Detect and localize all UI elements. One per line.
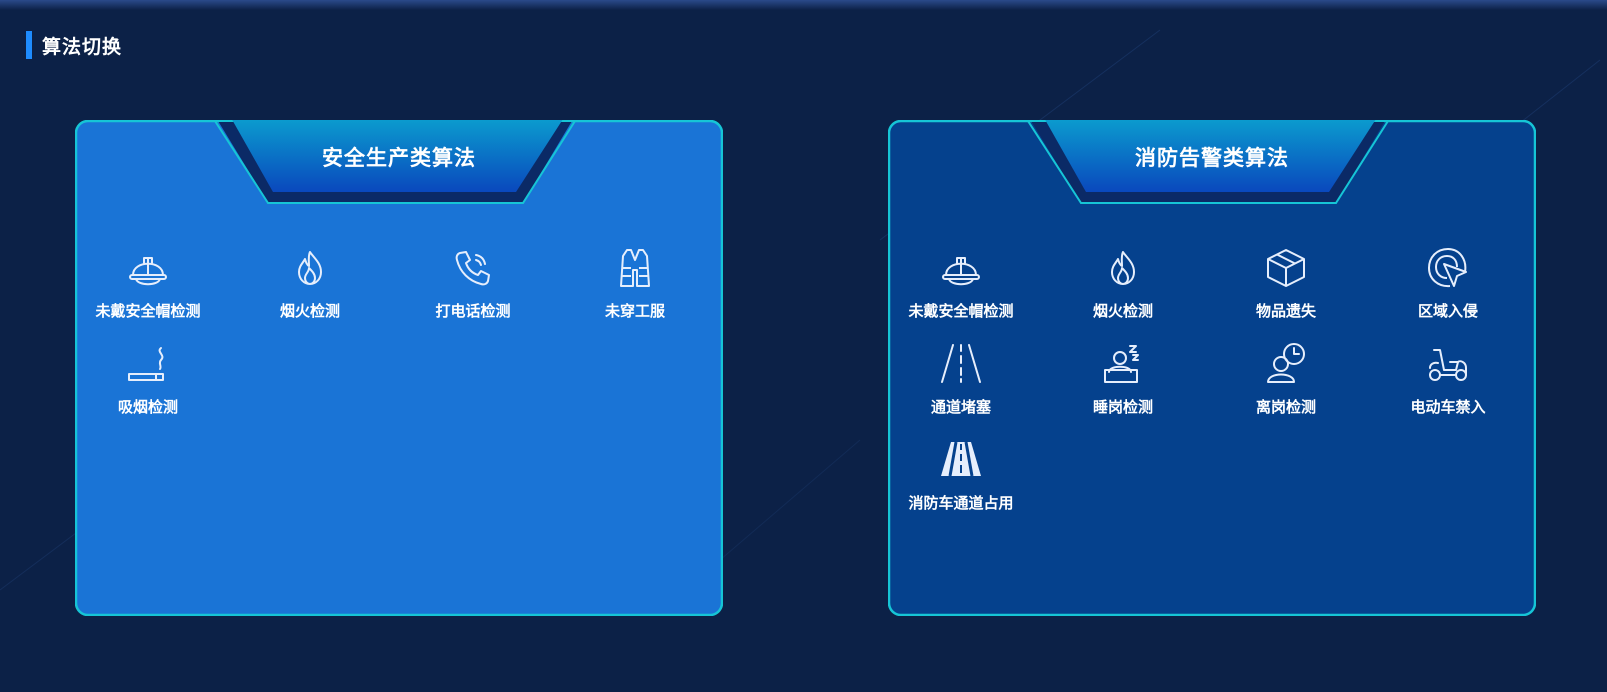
helmet-icon [129,257,167,286]
target-cursor-icon [1428,248,1467,288]
algorithm-label: 通道堵塞 [930,398,991,416]
algorithm-label: 烟火检测 [279,302,340,320]
panel-fire-alarm[interactable]: 消防告警类算法 未戴安全帽检测 烟火检测 物品遗失 区域入侵 通道堵塞 睡岗检测… [888,120,1536,616]
section-header: 算法切换 [26,31,122,59]
algorithm-label: 睡岗检测 [1092,398,1153,416]
fire-icon [298,251,322,285]
algorithm-label: 打电话检测 [435,302,511,320]
panel-title: 安全生产类算法 [322,146,476,170]
algorithm-item[interactable]: 通道堵塞 [891,342,1031,417]
algorithm-label: 电动车禁入 [1410,398,1486,416]
algorithm-label: 烟火检测 [1092,302,1153,320]
algorithm-item[interactable]: 物品遗失 [1216,246,1356,321]
algorithm-item[interactable]: 未穿工服 [565,246,705,321]
cigarette-icon [128,347,164,381]
road-lanes-icon [941,344,981,383]
helmet-icon [942,257,980,286]
algorithm-label: 消防车通道占用 [908,494,1014,512]
algorithm-item[interactable]: 吸烟检测 [78,342,218,417]
algorithm-item[interactable]: 电动车禁入 [1378,342,1518,417]
algorithm-item[interactable]: 烟火检测 [1053,246,1193,321]
person-clock-icon [1267,343,1305,383]
algorithm-item[interactable]: 未戴安全帽检测 [78,246,218,321]
algorithm-item[interactable]: 未戴安全帽检测 [891,246,1031,321]
fire-icon [1111,251,1135,285]
algorithm-label: 物品遗失 [1255,302,1316,320]
algorithm-item[interactable]: 烟火检测 [240,246,380,321]
accent-bar [26,31,32,59]
panel-title: 消防告警类算法 [1135,146,1289,170]
road-icon [941,441,981,477]
box-icon [1267,249,1305,287]
phone-call-icon [455,251,490,286]
algorithm-item[interactable]: 打电话检测 [403,246,543,321]
algorithm-item[interactable]: 区域入侵 [1378,246,1518,321]
algorithm-label: 区域入侵 [1417,302,1478,320]
algorithm-label: 未穿工服 [604,302,665,320]
page-title: 算法切换 [42,35,123,58]
panel-safety-production[interactable]: 安全生产类算法 未戴安全帽检测 烟火检测 打电话检测 未穿工服 吸烟检测 [75,120,723,616]
scooter-icon [1429,349,1467,381]
algorithm-item[interactable]: 消防车通道占用 [891,438,1031,513]
sleeping-person-icon [1104,345,1139,383]
top-glow [0,0,1607,10]
vest-icon [620,249,650,287]
algorithm-item[interactable]: 睡岗检测 [1053,342,1193,417]
algorithm-item[interactable]: 离岗检测 [1216,342,1356,417]
algorithm-label: 未戴安全帽检测 [95,302,201,320]
algorithm-label: 吸烟检测 [117,398,178,416]
algorithm-label: 未戴安全帽检测 [908,302,1014,320]
algorithm-label: 离岗检测 [1255,398,1316,416]
